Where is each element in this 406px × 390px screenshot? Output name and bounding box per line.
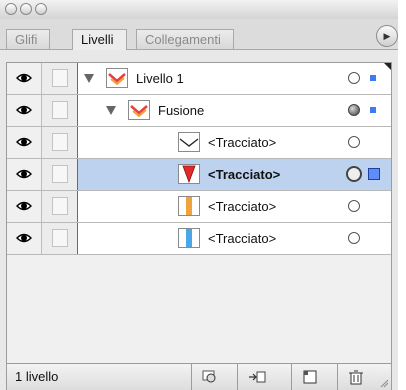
eye-icon xyxy=(16,137,32,147)
eye-icon xyxy=(16,201,32,211)
expand-triangle-icon[interactable] xyxy=(84,74,94,83)
layer-name: <Tracciato> xyxy=(208,231,277,246)
path-red-triangle-icon xyxy=(178,164,200,184)
layer-icon xyxy=(106,68,128,88)
lock-toggle[interactable] xyxy=(42,159,78,190)
target-circle-icon[interactable] xyxy=(348,104,360,116)
new-layer-button[interactable] xyxy=(291,364,327,390)
lock-toggle[interactable] xyxy=(42,95,78,126)
panel-menu-button[interactable]: ▶ xyxy=(376,25,398,47)
target-circle-icon[interactable] xyxy=(348,72,360,84)
target-circle-icon[interactable] xyxy=(346,166,362,182)
corner-marker-icon xyxy=(384,63,391,70)
lock-checkbox xyxy=(52,165,68,183)
tab-collegamenti[interactable]: Collegamenti xyxy=(136,29,234,49)
layer-row[interactable]: <Tracciato> xyxy=(7,223,391,255)
tab-livelli[interactable]: Livelli xyxy=(72,29,127,50)
visibility-toggle[interactable] xyxy=(7,223,42,254)
close-button[interactable] xyxy=(5,3,17,15)
visibility-toggle[interactable] xyxy=(7,95,42,126)
layer-content[interactable]: <Tracciato> xyxy=(78,191,391,222)
layer-content[interactable]: <Tracciato> xyxy=(78,159,391,190)
lock-toggle[interactable] xyxy=(42,127,78,158)
trash-icon xyxy=(349,370,363,385)
layers-list: Livello 1 Fusione <Tracciato> <Tracciato… xyxy=(6,62,392,364)
visibility-toggle[interactable] xyxy=(7,63,42,94)
panel-footer: 1 livello xyxy=(6,364,392,390)
panel-tab-bar: Glifi Livelli Collegamenti ▶ xyxy=(0,19,398,50)
layer-row[interactable]: Livello 1 xyxy=(7,63,391,95)
layer-content[interactable]: Fusione xyxy=(78,95,391,126)
layer-name: <Tracciato> xyxy=(208,135,277,150)
make-clipping-mask-icon xyxy=(202,370,216,383)
layer-row-selected[interactable]: <Tracciato> xyxy=(7,159,391,191)
expand-triangle-icon[interactable] xyxy=(106,106,116,115)
layer-name: <Tracciato> xyxy=(208,199,277,214)
delete-button[interactable] xyxy=(337,364,373,390)
lock-checkbox xyxy=(52,133,68,151)
layer-name: Fusione xyxy=(158,103,205,118)
target-circle-icon[interactable] xyxy=(348,200,360,212)
eye-icon xyxy=(16,169,32,179)
path-curve-icon xyxy=(178,132,200,152)
target-circle-icon[interactable] xyxy=(348,232,360,244)
make-clipping-mask-button[interactable] xyxy=(191,364,227,390)
layer-icon xyxy=(128,100,150,120)
layers-panel: Glifi Livelli Collegamenti ▶ Livello 1 F… xyxy=(0,0,399,390)
tab-glifi[interactable]: Glifi xyxy=(6,29,51,49)
lock-checkbox xyxy=(52,229,68,247)
new-layer-icon xyxy=(303,370,317,384)
layer-name: Livello 1 xyxy=(136,71,184,86)
layer-content[interactable]: <Tracciato> xyxy=(78,223,391,254)
eye-icon xyxy=(16,233,32,243)
eye-icon xyxy=(16,73,32,83)
path-orange-bar-icon xyxy=(178,196,200,216)
layer-content[interactable]: <Tracciato> xyxy=(78,127,391,158)
minimize-button[interactable] xyxy=(20,3,32,15)
lock-toggle[interactable] xyxy=(42,223,78,254)
visibility-toggle[interactable] xyxy=(7,127,42,158)
lock-checkbox xyxy=(52,69,68,87)
new-sublayer-icon xyxy=(249,371,266,383)
path-blue-bar-icon xyxy=(178,228,200,248)
layer-color-square xyxy=(370,107,376,113)
layer-color-square xyxy=(370,75,376,81)
window-titlebar xyxy=(0,0,398,20)
layer-row[interactable]: <Tracciato> xyxy=(7,127,391,159)
zoom-button[interactable] xyxy=(35,3,47,15)
eye-icon xyxy=(16,105,32,115)
background-area xyxy=(398,0,406,390)
new-sublayer-button[interactable] xyxy=(237,364,273,390)
lock-checkbox xyxy=(52,197,68,215)
layer-row[interactable]: Fusione xyxy=(7,95,391,127)
layer-count: 1 livello xyxy=(15,369,59,384)
lock-checkbox xyxy=(52,101,68,119)
layer-content[interactable]: Livello 1 xyxy=(78,63,391,94)
layer-name: <Tracciato> xyxy=(208,167,281,182)
visibility-toggle[interactable] xyxy=(7,191,42,222)
lock-toggle[interactable] xyxy=(42,191,78,222)
selection-square-icon[interactable] xyxy=(368,168,380,180)
lock-toggle[interactable] xyxy=(42,63,78,94)
layer-row[interactable]: <Tracciato> xyxy=(7,191,391,223)
resize-grip-icon[interactable] xyxy=(379,378,389,388)
target-circle-icon[interactable] xyxy=(348,136,360,148)
visibility-toggle[interactable] xyxy=(7,159,42,190)
